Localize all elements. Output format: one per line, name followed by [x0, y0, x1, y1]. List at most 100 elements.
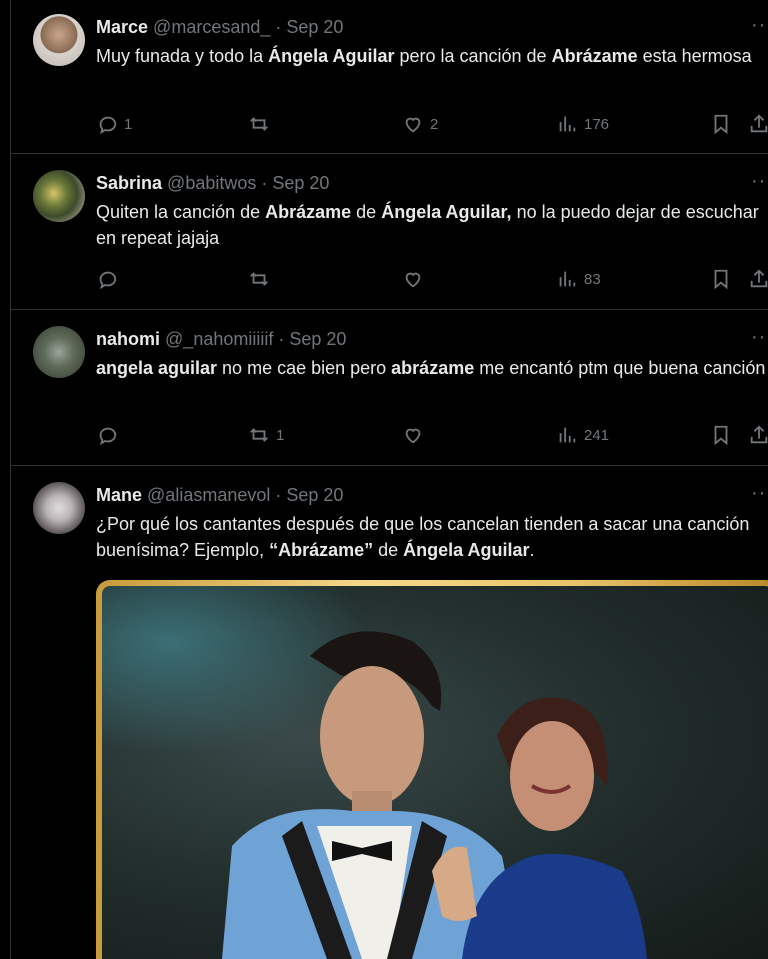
display-name[interactable]: Marce: [96, 17, 148, 37]
timestamp[interactable]: Sep 20: [286, 485, 343, 505]
bookmark-button[interactable]: [710, 268, 732, 290]
tweet-actions: 83: [96, 268, 768, 292]
handle[interactable]: @babitwos: [167, 173, 256, 193]
song-cover-image[interactable]: [102, 586, 768, 959]
text-segment: .: [529, 540, 535, 560]
share-icon: [750, 425, 768, 444]
timestamp[interactable]: Sep 20: [286, 17, 343, 37]
views-button[interactable]: 176: [556, 113, 609, 135]
reply-button[interactable]: [96, 424, 124, 446]
text-segment: de: [373, 540, 404, 560]
view-count: 241: [584, 426, 610, 444]
tweet-header: Sabrina @babitwos · Sep 20: [96, 173, 329, 194]
handle[interactable]: @marcesand_: [153, 17, 270, 37]
tweet-header: Marce @marcesand_ · Sep 20: [96, 17, 343, 38]
more-options-button[interactable]: ···: [751, 14, 768, 37]
share-button[interactable]: [748, 424, 768, 446]
bold-text-segment: Ángela Aguilar,: [381, 202, 512, 222]
bookmark-icon: [714, 114, 728, 135]
tweet-text: angela aguilar no me cae bien pero abráz…: [96, 355, 768, 381]
like-button[interactable]: [402, 424, 430, 446]
tweet[interactable]: Sabrina @babitwos · Sep 20 ··· Quiten la…: [11, 154, 768, 310]
like-button[interactable]: 2: [402, 113, 438, 135]
text-segment: me encantó ptm que buena canción: [474, 358, 766, 378]
reply-button[interactable]: [96, 268, 124, 290]
text-segment: de: [351, 202, 382, 222]
display-name[interactable]: Mane: [96, 485, 142, 505]
reply-button[interactable]: 1: [96, 113, 132, 135]
view-count: 176: [584, 115, 610, 133]
views-button[interactable]: 83: [556, 268, 601, 290]
text-segment: esta hermosa: [637, 46, 752, 66]
more-options-button[interactable]: ···: [751, 326, 768, 349]
reply-icon: [99, 427, 117, 446]
views-icon: [559, 271, 576, 287]
separator: ·: [273, 329, 290, 349]
tweet[interactable]: Marce @marcesand_ · Sep 20 ··· Muy funad…: [11, 0, 768, 154]
handle[interactable]: @_nahomiiiiif: [165, 329, 273, 349]
tweet-actions: 1 2 176: [96, 113, 768, 137]
cover-illustration: [102, 586, 768, 959]
timestamp[interactable]: Sep 20: [272, 173, 329, 193]
bold-text-segment: Ángela Aguilar: [268, 46, 395, 66]
tweet-media[interactable]: [96, 580, 768, 959]
like-icon: [405, 117, 421, 133]
tweet-text: Muy funada y todo la Ángela Aguilar pero…: [96, 43, 768, 69]
text-segment: Muy funada y todo la: [96, 46, 269, 66]
text-segment: no me cae bien pero: [217, 358, 392, 378]
retweet-button[interactable]: [248, 268, 276, 290]
like-count: 2: [430, 115, 439, 133]
retweet-button[interactable]: 1: [248, 424, 284, 446]
retweet-count: 1: [276, 426, 285, 444]
reply-count: 1: [124, 115, 133, 133]
share-button[interactable]: [748, 113, 768, 135]
bookmark-icon: [714, 269, 728, 290]
bold-text-segment: Abrázame: [551, 46, 638, 66]
retweet-icon: [250, 428, 268, 442]
avatar[interactable]: [33, 326, 85, 378]
tweet[interactable]: nahomi @_nahomiiiiif · Sep 20 ··· angela…: [11, 310, 768, 466]
text-segment: Quiten la canción de: [96, 202, 266, 222]
bold-text-segment: “Abrázame”: [269, 540, 374, 560]
text-segment: pero la canción de: [394, 46, 552, 66]
retweet-icon: [250, 117, 268, 131]
avatar[interactable]: [33, 14, 85, 66]
reply-icon: [99, 116, 117, 135]
more-options-button[interactable]: ···: [751, 482, 768, 505]
tweet-actions: 1 241: [96, 424, 768, 448]
bold-text-segment: angela aguilar: [96, 358, 218, 378]
tweet-header: nahomi @_nahomiiiiif · Sep 20: [96, 329, 346, 350]
avatar[interactable]: [33, 170, 85, 222]
separator: ·: [270, 17, 287, 37]
tweet-text: Quiten la canción de Abrázame de Ángela …: [96, 199, 768, 251]
view-count: 83: [584, 270, 601, 288]
bold-text-segment: Ángela Aguilar: [403, 540, 530, 560]
reply-icon: [99, 271, 117, 290]
like-icon: [405, 272, 421, 288]
views-icon: [559, 116, 576, 132]
retweet-icon: [250, 272, 268, 286]
share-button[interactable]: [748, 268, 768, 290]
tweet-text: ¿Por qué los cantantes después de que lo…: [96, 511, 768, 563]
bold-text-segment: abrázame: [391, 358, 475, 378]
bookmark-icon: [714, 425, 728, 446]
bookmark-button[interactable]: [710, 424, 732, 446]
handle[interactable]: @aliasmanevol: [147, 485, 270, 505]
tweet-header: Mane @aliasmanevol · Sep 20: [96, 485, 343, 506]
bookmark-button[interactable]: [710, 113, 732, 135]
display-name[interactable]: nahomi: [96, 329, 160, 349]
timeline: Marce @marcesand_ · Sep 20 ··· Muy funad…: [10, 0, 768, 959]
like-button[interactable]: [402, 268, 430, 290]
retweet-button[interactable]: [248, 113, 276, 135]
bold-text-segment: Abrázame: [265, 202, 352, 222]
timestamp[interactable]: Sep 20: [289, 329, 346, 349]
views-icon: [559, 427, 576, 443]
share-icon: [750, 269, 768, 288]
separator: ·: [256, 173, 273, 193]
like-icon: [405, 428, 421, 444]
avatar[interactable]: [33, 482, 85, 534]
views-button[interactable]: 241: [556, 424, 609, 446]
more-options-button[interactable]: ···: [751, 170, 768, 193]
share-icon: [750, 114, 768, 133]
display-name[interactable]: Sabrina: [96, 173, 162, 193]
